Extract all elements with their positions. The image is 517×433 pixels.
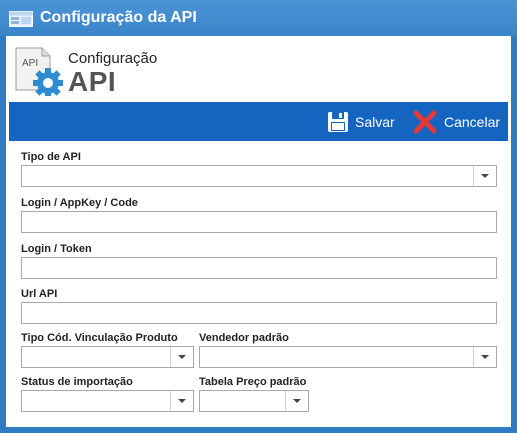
floppy-disk-icon [328,111,348,132]
cancel-label: Cancelar [444,113,501,130]
login-token-label: Login / Token [21,243,92,255]
chevron-down-icon[interactable] [170,347,193,367]
window-title: Configuração da API [40,9,197,26]
chevron-down-icon[interactable] [473,347,496,367]
save-label: Salvar [355,113,395,130]
save-button[interactable]: Salvar [327,102,395,141]
tipo-api-select[interactable] [21,165,497,187]
login-appkey-label: Login / AppKey / Code [21,197,138,209]
vendedor-select[interactable] [199,346,497,368]
window-app-icon [9,11,33,27]
cancel-button[interactable]: Cancelar [412,102,500,141]
chevron-down-icon[interactable] [285,391,308,411]
header-subtitle: Configuração [68,50,158,67]
dialog-content: API Configuração API Salvar Cancelar Tip… [6,36,511,427]
status-importacao-label: Status de importação [21,376,133,388]
tipo-cod-select[interactable] [21,346,194,368]
api-gear-icon: API [15,47,63,96]
toolbar: Salvar Cancelar [9,102,508,141]
login-appkey-field[interactable] [21,211,497,233]
tabela-preco-select[interactable] [199,390,309,412]
url-api-input[interactable] [22,303,496,323]
login-token-input[interactable] [22,258,496,278]
header-title: API [68,66,117,97]
status-importacao-select[interactable] [21,390,194,412]
login-appkey-input[interactable] [22,212,496,232]
close-icon [413,110,437,133]
title-bar[interactable]: Configuração da API [0,0,517,36]
tabela-preco-label: Tabela Preço padrão [199,376,307,388]
tipo-api-label: Tipo de API [21,151,81,163]
url-api-field[interactable] [21,302,497,324]
api-icon-text: API [22,58,38,69]
chevron-down-icon[interactable] [170,391,193,411]
login-token-field[interactable] [21,257,497,279]
chevron-down-icon[interactable] [473,166,496,186]
dialog-window: Configuração da API API Configuração API… [0,0,517,433]
url-api-label: Url API [21,288,58,300]
vendedor-label: Vendedor padrão [199,332,289,344]
tipo-cod-label: Tipo Cód. Vinculação Produto [21,332,178,344]
